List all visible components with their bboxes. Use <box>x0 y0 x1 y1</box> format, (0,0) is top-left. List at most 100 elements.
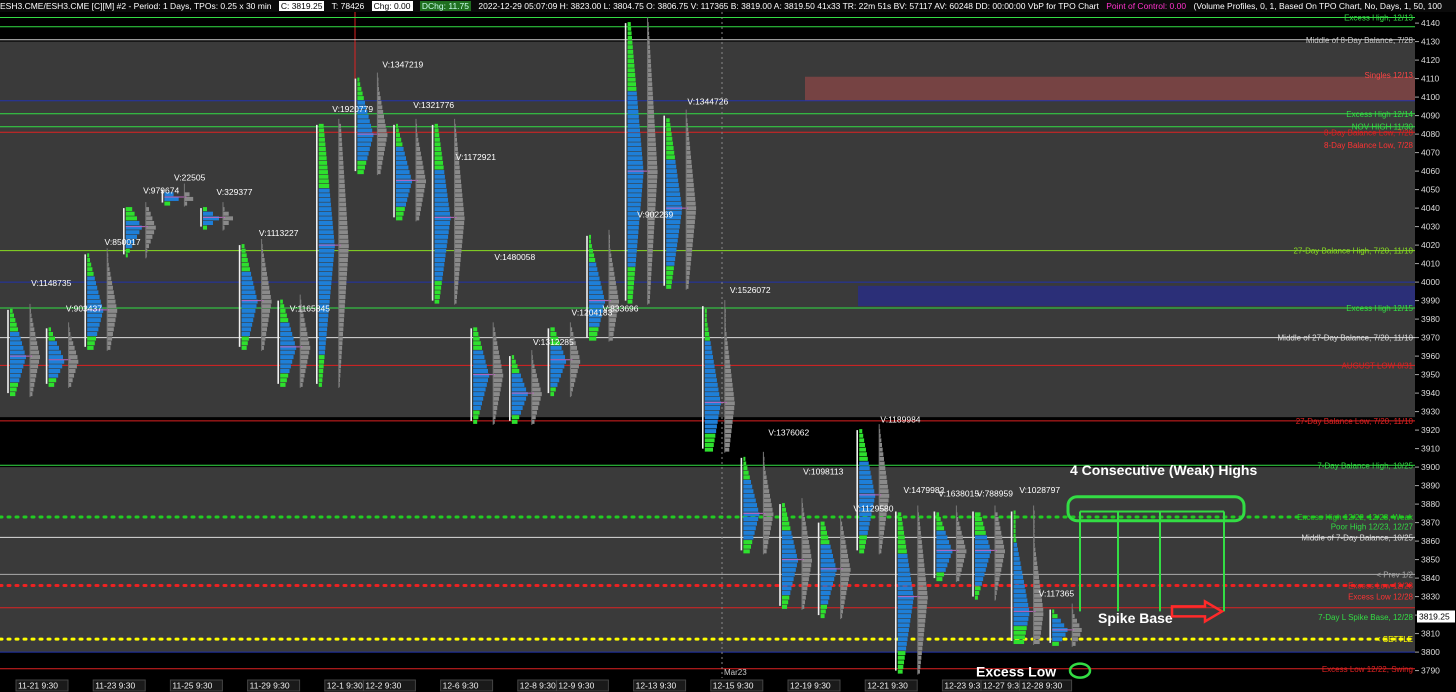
tpo-bar <box>627 151 642 156</box>
tpo-bar <box>627 197 642 202</box>
volume-bar <box>879 535 884 540</box>
tpo-bar <box>357 160 367 165</box>
volume-bar <box>493 345 499 350</box>
tpo-bar <box>820 553 833 558</box>
volume-bar <box>377 156 384 161</box>
volume-bar <box>879 516 886 521</box>
volume-bar <box>609 322 616 327</box>
tpo-bar <box>936 535 948 540</box>
volume-bar <box>30 359 40 364</box>
tpo-bar <box>704 322 708 327</box>
volume-bar <box>609 318 616 323</box>
tpo-bar <box>975 512 981 517</box>
volume-label: V:1028797 <box>1019 485 1060 495</box>
volume-bar <box>647 151 657 156</box>
tpo-bar <box>10 341 22 346</box>
volume-bar <box>686 196 696 201</box>
volume-bar <box>454 197 463 202</box>
tpo-bar <box>782 572 795 577</box>
tpo-bar <box>589 322 600 327</box>
tpo-chart[interactable]: V:1148735 V:903437 V:850017 V:979674 V:22505… <box>0 12 1456 692</box>
volume-bar <box>300 373 305 378</box>
volume-bar <box>647 179 658 184</box>
y-tick-label: 4080 <box>1421 129 1440 139</box>
tpo-bar <box>318 285 331 290</box>
volume-bar <box>995 567 1002 572</box>
tpo-bar <box>318 211 332 216</box>
volume-bar <box>531 382 540 387</box>
tpo-bar <box>704 387 719 392</box>
tpo-bar <box>859 530 868 535</box>
volume-bar <box>377 165 382 170</box>
tpo-bar <box>782 521 790 526</box>
volume-bar <box>647 271 652 276</box>
volume-bar <box>802 526 807 531</box>
volume-bar <box>879 470 886 475</box>
volume-bar <box>609 262 613 267</box>
tpo-bar <box>975 521 984 526</box>
volume-bar <box>531 387 541 392</box>
tpo-bar <box>48 336 55 341</box>
tpo-bar <box>743 503 757 508</box>
volume-bar <box>377 128 387 133</box>
volume-bar <box>377 114 384 119</box>
price-axis[interactable]: 3790380038103820383038403850386038703880… <box>1415 12 1456 678</box>
tpo-bar <box>704 429 717 434</box>
tpo-bar <box>550 359 567 364</box>
volume-bar <box>338 170 344 175</box>
tpo-bar <box>782 549 796 554</box>
volume-bar <box>570 359 581 364</box>
volume-bar <box>647 262 652 267</box>
tpo-bar <box>782 553 797 558</box>
tpo-bar <box>897 632 909 637</box>
volume-bar <box>416 193 424 198</box>
ohlc-info: 2022-12-29 05:07:09 H: 3823.00 L: 3804.7… <box>478 1 1099 11</box>
tpo-bar <box>936 577 943 582</box>
volume-bar <box>609 281 616 286</box>
volume-bar <box>493 368 503 373</box>
tpo-bar <box>280 341 295 346</box>
tpo-bar <box>241 308 256 313</box>
volume-bar <box>879 540 883 545</box>
tpo-bar <box>666 233 679 238</box>
volume-bar <box>724 433 731 438</box>
volume-bar <box>570 350 579 355</box>
volume-bar <box>261 281 269 286</box>
tpo-bar <box>859 526 869 531</box>
tpo-bar <box>1013 598 1028 603</box>
tpo-bar <box>897 558 909 563</box>
volume-bar <box>531 405 539 410</box>
volume-bar <box>724 447 730 452</box>
tpo-bar <box>820 600 829 605</box>
tpo-bar <box>396 202 406 207</box>
tpo-bar <box>550 364 565 369</box>
tpo-bar <box>627 160 643 165</box>
volume-bar <box>995 530 1002 535</box>
volume-label: V:1526072 <box>730 285 771 295</box>
time-axis[interactable]: Mar23 11-21 9:30 11-23 9:30 11-25 9:30 11-29… <box>0 668 1456 692</box>
tpo-bar <box>743 479 751 484</box>
tpo-bar <box>975 590 980 595</box>
tpo-bar <box>820 521 825 526</box>
volume-bar <box>531 368 536 373</box>
volume-bar <box>338 174 345 179</box>
tpo-bar <box>975 577 984 582</box>
tpo-bar <box>743 540 753 545</box>
tpo-bar <box>10 318 16 323</box>
volume-bar <box>917 623 925 628</box>
volume-bar <box>493 382 502 387</box>
volume-bar <box>570 378 576 383</box>
tpo-bar <box>627 96 638 101</box>
volume-bar <box>454 257 461 262</box>
volume-bar <box>724 364 731 369</box>
volume-bar <box>338 183 345 188</box>
tpo-bar <box>280 322 290 327</box>
volume-bar <box>917 581 927 586</box>
tpo-bar <box>820 535 829 540</box>
volume-bar <box>763 521 772 526</box>
tpo-bar <box>743 461 747 466</box>
volume-bar <box>686 201 696 206</box>
y-tick-label: 3830 <box>1421 592 1440 602</box>
x-tick-label: 12-15 9:30 <box>713 681 754 691</box>
x-tick-label: 11-29 9:30 <box>250 681 290 691</box>
